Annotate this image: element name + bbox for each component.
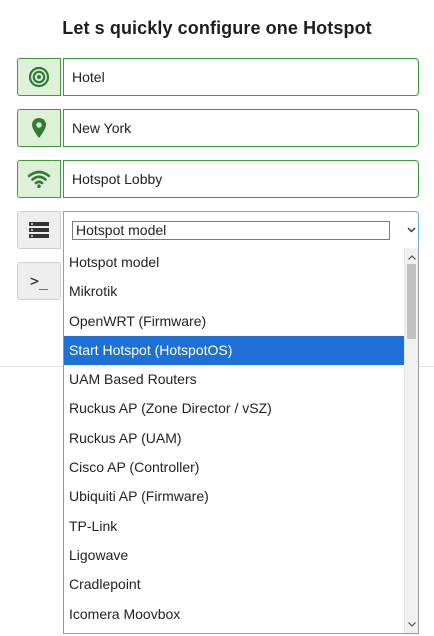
chevron-down-icon[interactable] [405,212,418,248]
hotspot-model-dropdown[interactable]: Hotspot model Mikrotik OpenWRT (Firmware) S… [63,248,419,634]
dropdown-option[interactable]: Cisco AP (Controller) [64,453,404,482]
dropdown-option[interactable]: Cradlepoint [64,570,404,599]
venue-type-input[interactable] [63,58,419,96]
terminal-icon: >_ [29,272,49,290]
terminal-button[interactable]: >_ [17,262,61,300]
scrollbar-thumb[interactable] [407,264,416,339]
dropdown-scrollbar[interactable] [404,248,418,633]
dropdown-option[interactable]: UAM Based Routers [64,365,404,394]
select-current-value: Hotspot model [72,221,390,240]
dropdown-option[interactable]: Ruckus AP (UAM) [64,424,404,453]
dropdown-option[interactable]: Hotspot model [64,248,404,277]
dropdown-option[interactable]: Ubiquiti AP (Firmware) [64,482,404,511]
dropdown-option[interactable]: OpenWRT (Firmware) [64,307,404,336]
scroll-down-icon[interactable] [405,617,418,631]
dropdown-option[interactable]: Ligowave [64,541,404,570]
target-icon [17,58,61,96]
dropdown-option[interactable]: Ruckus AP (Zone Director / vSZ) [64,394,404,423]
dropdown-option-list: Hotspot model Mikrotik OpenWRT (Firmware) S… [64,248,418,629]
dropdown-option[interactable]: Icomera Moovbox [64,600,404,629]
hotspot-name-row [17,160,419,198]
scroll-up-icon[interactable] [405,250,418,264]
hotspot-model-row: Hotspot model [17,211,419,249]
venue-type-row [17,58,419,96]
map-pin-icon [17,109,61,147]
dropdown-option[interactable]: TP-Link [64,512,404,541]
hotspot-name-input[interactable] [63,160,419,198]
dropdown-option[interactable]: Mikrotik [64,277,404,306]
page-title: Let s quickly configure one Hotspot [62,18,372,38]
wifi-icon [17,160,61,198]
dropdown-option[interactable]: Start Hotspot (HotspotOS) [64,335,404,366]
hotspot-model-select[interactable]: Hotspot model [63,211,419,249]
server-stack-icon [17,211,61,249]
location-input[interactable] [63,109,419,147]
location-row [17,109,419,147]
